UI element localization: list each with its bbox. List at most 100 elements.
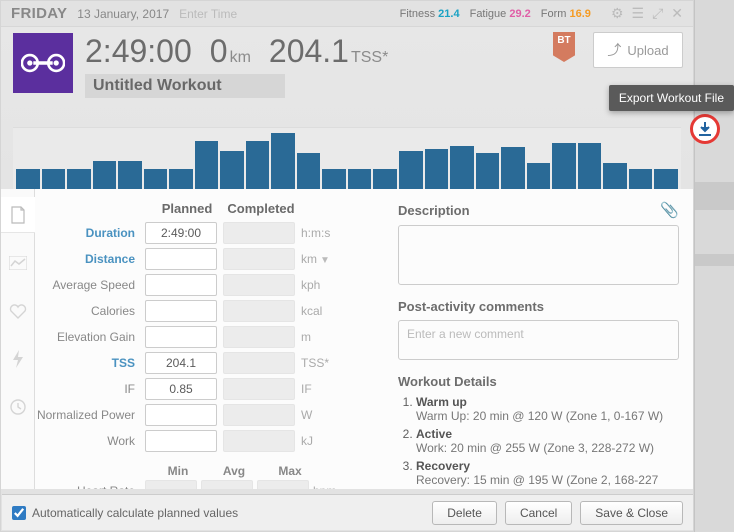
metric-row: TSS TSS* xyxy=(35,350,380,376)
workout-panel: FRIDAY 13 January, 2017 Enter Time Fitne… xyxy=(1,1,693,531)
tab-summary[interactable] xyxy=(1,197,35,233)
interval-bar xyxy=(348,169,372,189)
description-title: Description xyxy=(398,203,470,218)
metric-label[interactable]: TSS xyxy=(35,356,145,370)
delete-button[interactable]: Delete xyxy=(432,501,497,525)
hr-min xyxy=(145,480,197,489)
completed-cell xyxy=(223,326,295,348)
completed-cell xyxy=(223,300,295,322)
date-label: 13 January, 2017 xyxy=(77,7,169,21)
interval-bar xyxy=(373,169,397,189)
save-close-button[interactable]: Save & Close xyxy=(580,501,683,525)
comments-title: Post-activity comments xyxy=(398,299,544,314)
panel-header: FRIDAY 13 January, 2017 Enter Time Fitne… xyxy=(1,1,693,26)
metric-row: Distancekm▼ xyxy=(35,246,380,272)
unit-label: kcal xyxy=(301,304,341,318)
day-label: FRIDAY xyxy=(11,5,67,22)
metric-label[interactable]: Duration xyxy=(35,226,145,240)
completed-cell xyxy=(223,352,295,374)
interval-bar xyxy=(144,169,168,189)
attachment-icon[interactable]: 📎 xyxy=(660,201,679,219)
unit-label: IF xyxy=(301,382,341,396)
summary-area: 2:49:00 0km 204.1TSS* BT ⤴ Upload xyxy=(1,26,693,189)
upload-icon: ⤴ xyxy=(607,40,621,60)
interval-bar xyxy=(501,147,525,189)
interval-bar xyxy=(16,169,40,189)
planned-input[interactable] xyxy=(145,430,217,452)
distance-value: 0 xyxy=(210,33,228,69)
interval-bar xyxy=(220,151,244,189)
auto-calc-checkbox[interactable]: Automatically calculate planned values xyxy=(12,506,238,520)
interval-bar xyxy=(578,143,602,189)
workout-step: RecoveryRecovery: 15 min @ 195 W (Zone 2… xyxy=(416,459,679,487)
interval-bar xyxy=(425,149,449,189)
metric-label: Normalized Power xyxy=(35,408,145,422)
planned-input[interactable] xyxy=(145,378,217,400)
metric-row: Elevation Gain m xyxy=(35,324,380,350)
comment-input[interactable]: Enter a new comment xyxy=(398,320,679,360)
unit-label: h:m:s xyxy=(301,226,341,240)
metric-row: Normalized Power W xyxy=(35,402,380,428)
interval-bar xyxy=(450,146,474,189)
completed-cell xyxy=(223,404,295,426)
hr-max xyxy=(257,480,309,489)
close-icon[interactable]: ✕ xyxy=(671,5,683,22)
interval-bar xyxy=(169,169,193,189)
interval-bar xyxy=(67,169,91,189)
tab-heart[interactable] xyxy=(1,293,35,329)
interval-bar xyxy=(527,163,551,189)
interval-bar xyxy=(476,153,500,189)
metric-row: IFIF xyxy=(35,376,380,402)
enter-time-link[interactable]: Enter Time xyxy=(179,7,237,21)
metric-label: Elevation Gain xyxy=(35,330,145,344)
unit-label: W xyxy=(301,408,341,422)
fitness-stat: Fitness 21.4 xyxy=(400,8,460,20)
planned-input[interactable] xyxy=(145,248,217,270)
menu-icon[interactable]: ☰ xyxy=(632,5,645,22)
form-stat: Form 16.9 xyxy=(541,8,591,20)
planned-input[interactable] xyxy=(145,352,217,374)
workout-summary: 2:49:00 0km 204.1TSS* xyxy=(85,33,681,70)
metric-row: Average Speedkph xyxy=(35,272,380,298)
interval-bar xyxy=(654,169,678,189)
planned-input[interactable] xyxy=(145,300,217,322)
unit-label: TSS* xyxy=(301,356,341,370)
interval-bar xyxy=(93,161,117,189)
panel-footer: Automatically calculate planned values D… xyxy=(2,494,693,530)
upload-button[interactable]: ⤴ Upload xyxy=(593,32,683,68)
interval-bar xyxy=(603,163,627,189)
gear-icon[interactable]: ⚙ xyxy=(611,5,624,22)
description-input[interactable] xyxy=(398,225,679,285)
tab-chart[interactable] xyxy=(1,245,35,281)
ride-icon xyxy=(13,33,73,93)
workout-title-input[interactable] xyxy=(85,74,285,98)
unit-label: kJ xyxy=(301,434,341,448)
details-title: Workout Details xyxy=(398,374,497,389)
metrics-grid: Planned Completed Durationh:m:sDistancek… xyxy=(35,201,380,489)
unit-label: m xyxy=(301,330,341,344)
interval-bar xyxy=(195,141,219,189)
interval-bar xyxy=(118,161,142,189)
interval-bar xyxy=(271,133,295,189)
hr-avg xyxy=(201,480,253,489)
metric-label[interactable]: Distance xyxy=(35,252,145,266)
planned-input[interactable] xyxy=(145,326,217,348)
planned-input[interactable] xyxy=(145,222,217,244)
metric-row: WorkkJ xyxy=(35,428,380,454)
cancel-button[interactable]: Cancel xyxy=(505,501,572,525)
interval-bar xyxy=(399,151,423,189)
planned-input[interactable] xyxy=(145,274,217,296)
tab-power[interactable] xyxy=(1,341,35,377)
metric-label: Calories xyxy=(35,304,145,318)
interval-bar xyxy=(629,169,653,189)
planned-input[interactable] xyxy=(145,404,217,426)
metric-row: Calories kcal xyxy=(35,298,380,324)
completed-cell xyxy=(223,274,295,296)
interval-bar xyxy=(552,143,576,189)
export-workout-button[interactable] xyxy=(690,114,720,144)
expand-icon[interactable]: ⤢ xyxy=(652,5,663,22)
duration-value: 2:49:00 xyxy=(85,33,192,70)
tab-time[interactable] xyxy=(1,389,35,425)
col-planned: Planned xyxy=(150,201,224,216)
completed-cell xyxy=(223,248,295,270)
